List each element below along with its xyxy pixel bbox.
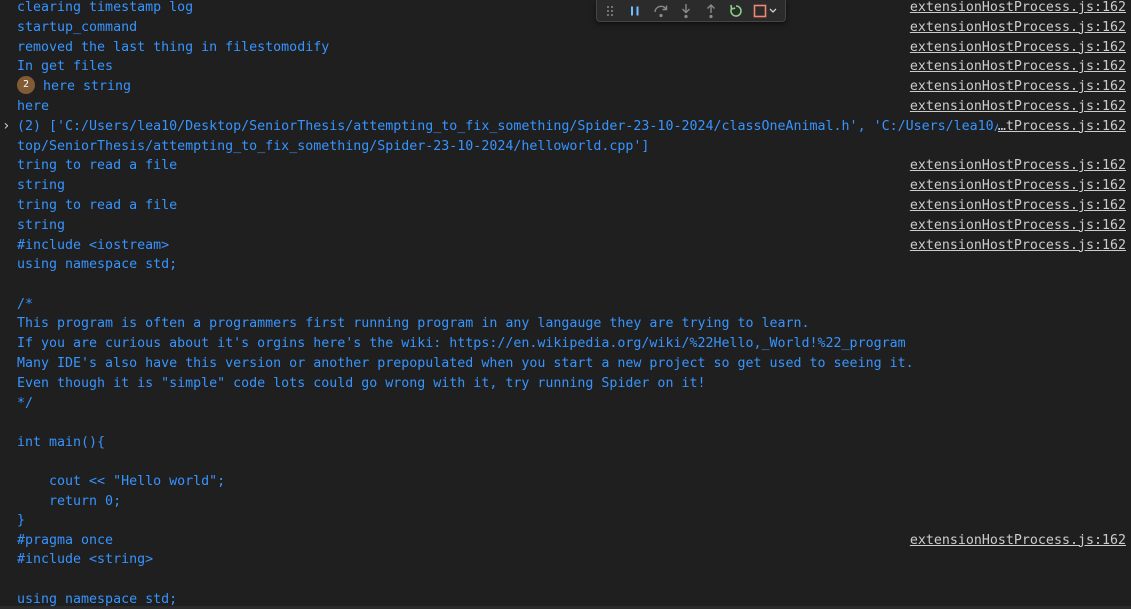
log-message: 2 here string bbox=[17, 76, 132, 97]
pause-icon[interactable] bbox=[628, 3, 643, 19]
log-row: startup_command extensionHostProcess.js:… bbox=[0, 17, 1131, 38]
log-message: /* bbox=[17, 296, 34, 312]
log-message: } bbox=[17, 513, 26, 529]
log-message: return 0; bbox=[17, 493, 122, 509]
log-row: string extensionHostProcess.js:162 bbox=[0, 215, 1131, 236]
chevron-down-icon bbox=[769, 8, 777, 13]
log-row: int main(){ bbox=[0, 433, 1131, 453]
log-message: This program is often a programmers firs… bbox=[17, 316, 810, 332]
source-link[interactable]: extensionHostProcess.js:162 bbox=[909, 57, 1126, 78]
debug-console: clearing timestamp log extensionHostProc… bbox=[0, 0, 1131, 609]
log-message: Even though it is "simple" code lots cou… bbox=[17, 375, 706, 391]
log-message: string bbox=[17, 178, 66, 194]
log-row: here extensionHostProcess.js:162 bbox=[0, 97, 1131, 117]
source-link[interactable]: extensionHostProcess.js:162 bbox=[909, 37, 1126, 58]
log-message: startup_command bbox=[17, 19, 138, 35]
log-message: (2) ['C:/Users/lea10/Desktop/SeniorThesi… bbox=[17, 118, 1000, 134]
log-message-continued: top/SeniorThesis/attempting_to_fix_somet… bbox=[17, 138, 650, 154]
log-row: string extensionHostProcess.js:162 bbox=[0, 176, 1131, 196]
log-row: This program is often a programmers firs… bbox=[0, 314, 1131, 334]
step-over-icon[interactable] bbox=[653, 3, 669, 19]
stop-icon[interactable] bbox=[753, 3, 779, 19]
log-message: cout << "Hello world"; bbox=[17, 474, 226, 489]
debug-toolbar bbox=[596, 0, 786, 22]
log-message: */ bbox=[17, 395, 34, 411]
log-message: tring to read a file bbox=[17, 158, 178, 174]
log-message: here bbox=[17, 99, 50, 114]
log-message: using namespace std; bbox=[17, 257, 178, 273]
source-link[interactable]: extensionHostProcess.js:162 bbox=[909, 235, 1126, 256]
log-message: #include <iostream> bbox=[17, 237, 170, 253]
log-message: string bbox=[17, 217, 66, 233]
log-row-array[interactable]: › (2) ['C:/Users/lea10/Desktop/SeniorThe… bbox=[0, 116, 1131, 157]
repeat-count-badge: 2 bbox=[17, 76, 35, 95]
log-message: int main(){ bbox=[17, 434, 106, 450]
log-row: If you are curious about it's orgins her… bbox=[0, 334, 1131, 354]
source-link[interactable]: extensionHostProcess.js:162 bbox=[909, 215, 1126, 236]
log-row: using namespace std; bbox=[0, 255, 1131, 275]
log-row: #pragma once extensionHostProcess.js:162 bbox=[0, 530, 1131, 551]
log-row: In get files extensionHostProcess.js:162 bbox=[0, 57, 1131, 78]
source-link[interactable]: extensionHostProcess.js:162 bbox=[909, 156, 1126, 177]
log-message: #pragma once bbox=[17, 532, 114, 548]
log-message: #include <string> bbox=[17, 552, 154, 568]
source-link[interactable]: extensionHostProcess.js:162 bbox=[909, 176, 1126, 196]
source-link[interactable]: extensionHostProcess.js:162 bbox=[909, 196, 1126, 216]
log-message: clearing timestamp log bbox=[17, 0, 194, 15]
log-message: removed the last thing in filestomodify bbox=[17, 39, 330, 55]
source-link[interactable]: extensionHostProcess.js:162 bbox=[909, 77, 1126, 97]
log-row: #include <iostream> extensionHostProcess… bbox=[0, 235, 1131, 256]
step-into-icon[interactable] bbox=[679, 3, 694, 19]
log-row: tring to read a file extensionHostProces… bbox=[0, 196, 1131, 216]
log-message: Many IDE's also have this version or ano… bbox=[17, 356, 914, 371]
log-row: clearing timestamp log extensionHostProc… bbox=[0, 0, 1131, 18]
log-message-text: here string bbox=[43, 79, 132, 95]
log-row: Many IDE's also have this version or ano… bbox=[0, 354, 1131, 374]
log-message: If you are curious about it's orgins her… bbox=[17, 336, 906, 352]
source-link[interactable]: extensionHostProcess.js:162 bbox=[909, 530, 1126, 551]
grip-icon[interactable] bbox=[603, 3, 618, 19]
restart-icon[interactable] bbox=[728, 3, 743, 19]
log-row: 2 here string extensionHostProcess.js:162 bbox=[0, 76, 1131, 97]
log-message: tring to read a file bbox=[17, 198, 178, 213]
log-row: } bbox=[0, 511, 1131, 531]
log-row: #include <string> bbox=[0, 550, 1131, 570]
log-row: cout << "Hello world"; bbox=[0, 472, 1131, 492]
source-link[interactable]: extensionHostProcess.js:162 bbox=[909, 0, 1126, 18]
log-row: removed the last thing in filestomodify … bbox=[0, 37, 1131, 58]
source-link[interactable]: extensionHostProcess.js:162 bbox=[909, 97, 1126, 117]
expand-chevron-icon[interactable]: › bbox=[2, 117, 10, 137]
source-link[interactable]: extensionHostProcess.js:162 bbox=[909, 17, 1126, 38]
log-message: In get files bbox=[17, 59, 114, 75]
log-row: */ bbox=[0, 394, 1131, 414]
log-row: tring to read a file extensionHostProces… bbox=[0, 156, 1131, 177]
source-link[interactable]: …tProcess.js:162 bbox=[997, 116, 1126, 137]
log-row: /* bbox=[0, 295, 1131, 315]
log-row: Even though it is "simple" code lots cou… bbox=[0, 374, 1131, 394]
step-out-icon[interactable] bbox=[703, 3, 718, 19]
log-row: return 0; bbox=[0, 492, 1131, 512]
